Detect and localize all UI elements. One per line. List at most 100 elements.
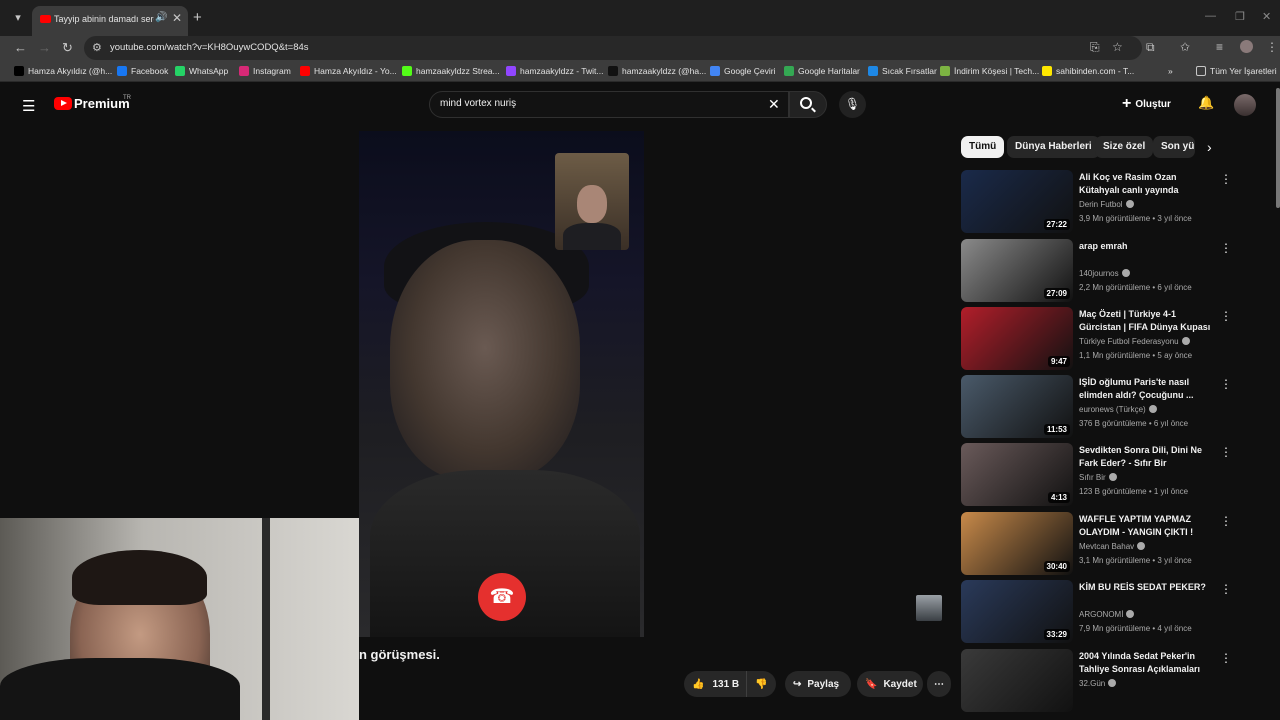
back-icon[interactable]: ←: [14, 40, 27, 55]
bookmark-item[interactable]: Google Haritalar: [784, 66, 860, 76]
recommendation-title[interactable]: arap emrah: [1079, 240, 1215, 253]
recommendation-item[interactable]: 11:53 IŞİD oğlumu Paris'te nasıl elimden …: [961, 375, 1241, 439]
channel-name[interactable]: Derin Futbol: [1079, 200, 1134, 209]
bookmark-item[interactable]: hamzaakyldzz Strea...: [402, 66, 500, 76]
video-thumbnail[interactable]: 27:09: [961, 239, 1073, 302]
bookmark-item[interactable]: Instagram: [239, 66, 291, 76]
channel-name[interactable]: Türkiye Futbol Federasyonu: [1079, 337, 1190, 346]
bookmark-item[interactable]: Sıcak Fırsatlar: [868, 66, 937, 76]
extensions-icon[interactable]: ⧉: [1146, 40, 1155, 55]
more-vertical-icon[interactable]: ⋮: [1220, 582, 1232, 596]
minimize-icon[interactable]: —: [1205, 10, 1216, 22]
bookmark-item[interactable]: hamzaakyldzz - Twit...: [506, 66, 603, 76]
recommendation-item[interactable]: 4:13 Sevdikten Sonra Dili, Dini Ne Fark E…: [961, 443, 1241, 507]
hamburger-menu-icon[interactable]: ☰: [22, 97, 35, 115]
video-thumbnail[interactable]: 30:40: [961, 512, 1073, 575]
channel-name[interactable]: Mevtcan Bahav: [1079, 542, 1146, 551]
youtube-logo-icon[interactable]: [54, 97, 72, 110]
video-thumbnail[interactable]: 11:53: [961, 375, 1073, 438]
reload-icon[interactable]: ↻: [62, 40, 73, 56]
recommendation-title[interactable]: 2004 Yılında Sedat Peker'in Tahliye Sonr…: [1079, 650, 1215, 676]
forward-icon[interactable]: →: [38, 40, 51, 55]
dislike-button[interactable]: 👎: [746, 671, 776, 697]
more-vertical-icon[interactable]: ⋮: [1220, 241, 1232, 255]
more-vertical-icon[interactable]: ⋮: [1220, 172, 1232, 186]
channel-avatar[interactable]: [916, 595, 942, 621]
view-count: 2,2 Mn görüntüleme: [1079, 283, 1151, 292]
channel-name[interactable]: 140journos: [1079, 269, 1130, 278]
bookmarks-overflow-icon[interactable]: »: [1168, 66, 1173, 76]
recommendation-item[interactable]: 27:22 Ali Koç ve Rasim Ozan Kütahyalı can…: [961, 170, 1241, 234]
account-avatar[interactable]: [1234, 94, 1256, 116]
like-button[interactable]: 👍 131 B: [684, 671, 746, 697]
media-control-icon[interactable]: ≡: [1216, 40, 1223, 54]
all-bookmarks[interactable]: Tüm Yer İşaretleri: [1196, 66, 1277, 76]
recommendation-title[interactable]: IŞİD oğlumu Paris'te nasıl elimden aldı?…: [1079, 376, 1215, 402]
bookmark-item[interactable]: hamzaakyldzz (@ha...: [608, 66, 706, 76]
bookmark-item[interactable]: Facebook: [117, 66, 168, 76]
bookmark-item[interactable]: Hamza Akyıldız (@h...: [14, 66, 112, 76]
new-tab-button[interactable]: +: [193, 9, 202, 26]
install-app-icon[interactable]: ⎘: [1090, 40, 1100, 55]
discount-icon: [940, 66, 950, 76]
chip-all[interactable]: Tümü: [961, 136, 1005, 158]
recommendation-item[interactable]: 27:09 arap emrah 140journos 2,2 Mn görüntül…: [961, 239, 1241, 303]
more-vertical-icon[interactable]: ⋮: [1220, 651, 1232, 665]
create-button[interactable]: + Oluştur: [1122, 93, 1184, 115]
profile-avatar[interactable]: [1240, 40, 1253, 53]
clear-search-icon[interactable]: ✕: [768, 96, 780, 113]
speaker-icon[interactable]: 🔊: [155, 12, 167, 23]
channel-name[interactable]: 32.Gün: [1079, 679, 1117, 688]
recommendation-title[interactable]: KİM BU REİS SEDAT PEKER?: [1079, 581, 1215, 594]
bookmark-item[interactable]: WhatsApp: [175, 66, 228, 76]
thumbs-down-icon: 👎: [755, 678, 768, 690]
recommendation-item[interactable]: 33:29 KİM BU REİS SEDAT PEKER? ARGONOMİ 7,9…: [961, 580, 1241, 644]
bookmark-star-icon[interactable]: ☆: [1112, 40, 1123, 54]
recommendation-title[interactable]: Sevdikten Sonra Dili, Dini Ne Fark Eder?…: [1079, 444, 1215, 470]
recommendation-title[interactable]: Maç Özeti | Türkiye 4-1 Gürcistan | FIFA…: [1079, 308, 1215, 335]
chip-for-you[interactable]: Size özel: [1095, 136, 1154, 158]
maximize-icon[interactable]: ❐: [1235, 10, 1245, 23]
notifications-bell-icon[interactable]: 🔔: [1198, 95, 1214, 111]
more-actions-button[interactable]: ⋯: [927, 671, 951, 697]
recommendation-item[interactable]: 9:47 Maç Özeti | Türkiye 4-1 Gürcistan | …: [961, 307, 1241, 371]
recommendation-title[interactable]: Ali Koç ve Rasim Ozan Kütahyalı canlı ya…: [1079, 171, 1215, 198]
share-button[interactable]: ↪ Paylaş: [785, 671, 851, 697]
video-thumbnail[interactable]: 27:22: [961, 170, 1073, 233]
bookmark-item[interactable]: Google Çeviri: [710, 66, 776, 76]
video-thumbnail[interactable]: [961, 649, 1073, 712]
chip-world-news[interactable]: Dünya Haberleri: [1007, 136, 1100, 158]
save-button[interactable]: 🔖 Kaydet: [857, 671, 923, 697]
tab-search-button[interactable]: ▾: [8, 8, 28, 28]
microphone-icon[interactable]: 🎙: [839, 91, 866, 118]
channel-name[interactable]: Sıfır Bir: [1079, 473, 1117, 482]
video-thumbnail[interactable]: 9:47: [961, 307, 1073, 370]
chip-recent[interactable]: Son yük: [1153, 136, 1195, 158]
webcam-overlay: [0, 518, 359, 720]
browser-menu-icon[interactable]: ⋮: [1266, 40, 1278, 54]
site-info-icon[interactable]: ⚙: [92, 41, 102, 54]
video-thumbnail[interactable]: 4:13: [961, 443, 1073, 506]
search-value[interactable]: mind vortex nuriş: [440, 98, 516, 109]
url-text[interactable]: youtube.com/watch?v=KH8OuywCODQ&t=84s: [110, 42, 309, 53]
channel-name[interactable]: euronews (Türkçe): [1079, 405, 1157, 414]
scrollbar[interactable]: [1276, 88, 1280, 208]
bookmark-item[interactable]: Hamza Akyıldız - Yo...: [300, 66, 397, 76]
channel-name[interactable]: ARGONOMİ: [1079, 610, 1135, 619]
recommendation-item[interactable]: 30:40 WAFFLE YAPTIM YAPMAZ OLAYDIM - YANG…: [961, 512, 1241, 576]
video-thumbnail[interactable]: 33:29: [961, 580, 1073, 643]
active-tab[interactable]: Tayyip abinin damadı serdar 🔊 ✕: [32, 6, 188, 36]
bookmarks-icon[interactable]: ✩: [1180, 40, 1190, 54]
recommendation-title[interactable]: WAFFLE YAPTIM YAPMAZ OLAYDIM - YANGIN ÇI…: [1079, 513, 1215, 539]
chevron-right-icon[interactable]: ›: [1207, 139, 1212, 155]
more-vertical-icon[interactable]: ⋮: [1220, 377, 1232, 391]
bookmark-item[interactable]: sahibinden.com - T...: [1042, 66, 1134, 76]
logo-text[interactable]: Premium: [74, 96, 130, 111]
close-window-icon[interactable]: ✕: [1262, 10, 1271, 23]
more-vertical-icon[interactable]: ⋮: [1220, 309, 1232, 323]
more-vertical-icon[interactable]: ⋮: [1220, 445, 1232, 459]
bookmark-item[interactable]: İndirim Köşesi | Tech...: [940, 66, 1039, 76]
recommendation-item[interactable]: 2004 Yılında Sedat Peker'in Tahliye Sonr…: [961, 649, 1241, 713]
more-vertical-icon[interactable]: ⋮: [1220, 514, 1232, 528]
close-tab-icon[interactable]: ✕: [172, 11, 182, 25]
